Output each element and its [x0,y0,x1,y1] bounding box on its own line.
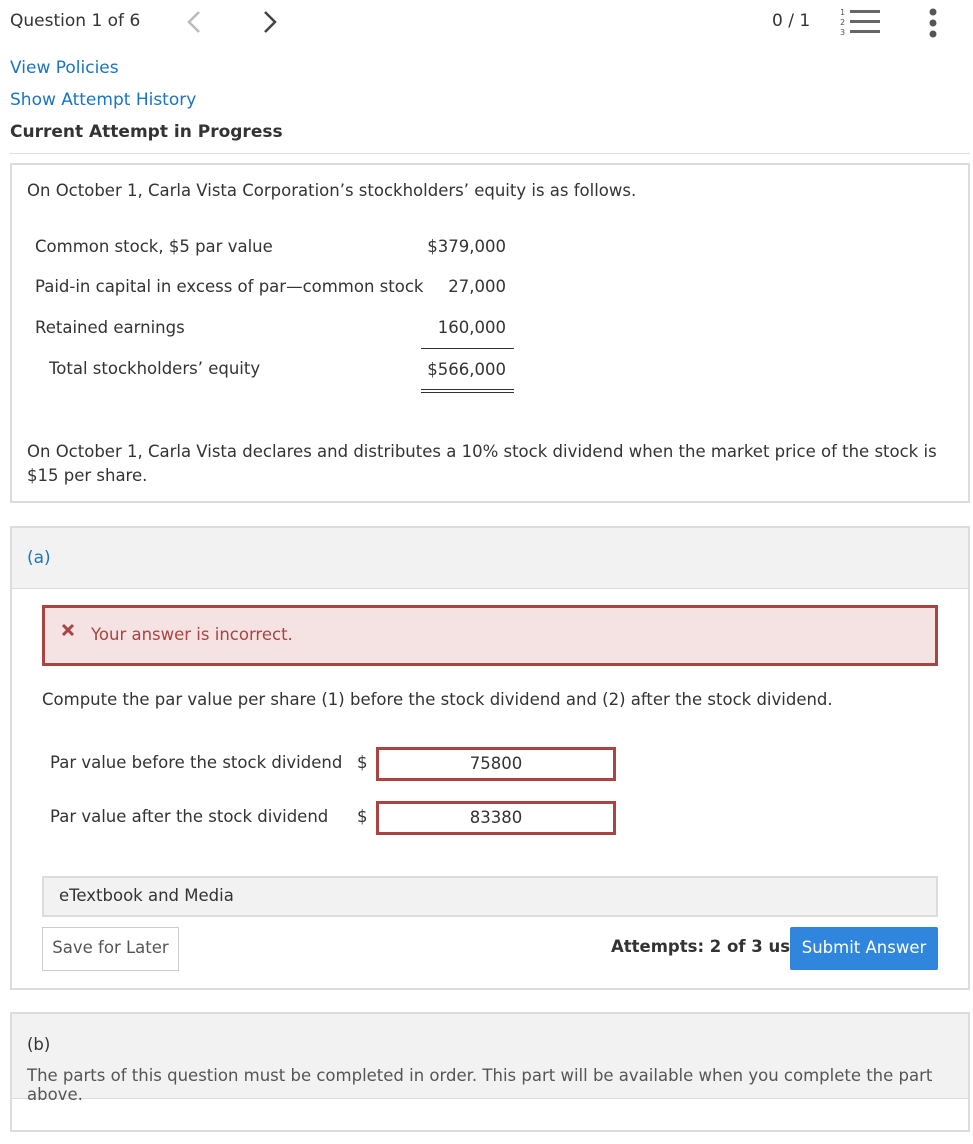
part-b-note: The parts of this question must be compl… [27,1066,933,1104]
score-display: 0 / 1 [772,11,811,31]
currency-symbol: $ [357,753,368,772]
currency-symbol: $ [357,807,368,826]
save-for-later-button[interactable]: Save for Later [42,927,179,971]
field-label-before: Par value before the stock dividend [50,753,343,772]
divider [12,588,968,589]
top-bar [0,0,973,44]
problem-statement: On October 1, Carla Vista declares and d… [27,442,937,485]
part-a-label[interactable]: (a) [27,548,51,568]
equity-row-amount: 160,000 [437,318,506,337]
svg-text:1: 1 [840,8,845,17]
more-vertical-icon[interactable] [925,6,941,40]
submit-answer-button[interactable]: Submit Answer [790,927,938,970]
part-a-header [12,528,968,588]
equity-total-label: Total stockholders’ equity [49,359,261,378]
field-label-after: Par value after the stock dividend [50,807,329,826]
equity-row-amount: $379,000 [427,237,506,256]
close-x-icon [60,621,76,643]
equity-total-amount: $566,000 [427,360,506,379]
instruction-text: Compute the par value per share (1) befo… [42,690,833,709]
par-value-before-input[interactable]: 75800 [376,747,616,781]
divider [10,153,970,154]
svg-text:3: 3 [840,28,845,37]
equity-row-amount: 27,000 [448,277,506,296]
total-double-rule [421,389,514,393]
subtotal-rule [421,348,514,349]
attempt-status: Current Attempt in Progress [10,122,283,142]
feedback-message: Your answer is incorrect. [91,625,293,644]
numbered-list-icon[interactable]: 1 2 3 [838,5,882,39]
etextbook-label: eTextbook and Media [59,886,234,905]
chevron-right-icon[interactable] [258,8,282,36]
chevron-left-icon[interactable] [182,8,206,36]
par-value-after-input[interactable]: 83380 [376,801,616,835]
equity-row-label: Retained earnings [35,318,185,337]
svg-text:2: 2 [840,18,845,27]
view-policies-link[interactable]: View Policies [10,58,119,78]
attempts-counter: Attempts: 2 of 3 used [611,937,814,956]
question-counter: Question 1 of 6 [10,11,141,31]
problem-intro: On October 1, Carla Vista Corporation’s … [27,181,637,200]
part-b-label: (b) [27,1035,51,1054]
equity-row-label: Common stock, $5 par value [35,237,273,256]
show-attempt-history-link[interactable]: Show Attempt History [10,90,196,110]
